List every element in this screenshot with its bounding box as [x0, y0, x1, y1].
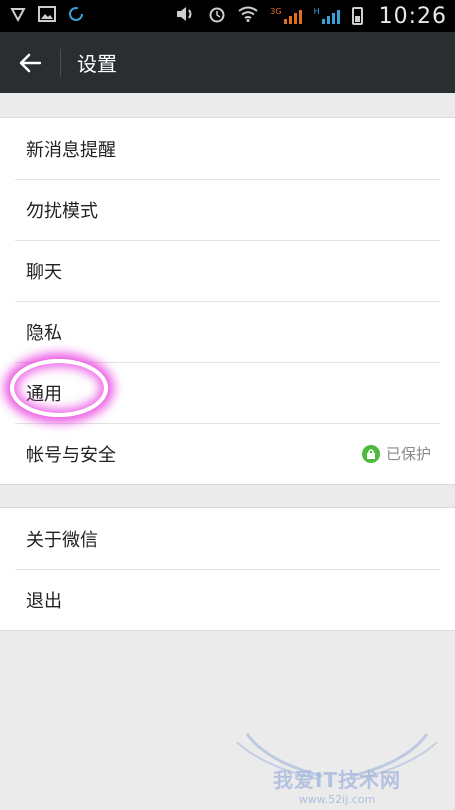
- settings-item-label: 勿扰模式: [26, 200, 98, 222]
- page-title: 设置: [77, 52, 117, 76]
- signal-icon: [283, 8, 302, 24]
- protection-status-label: 已保护: [385, 445, 431, 463]
- shield-icon: [10, 6, 26, 26]
- settings-item-about-wechat[interactable]: 关于微信: [0, 508, 455, 569]
- sync-icon: [68, 6, 84, 26]
- battery-icon: [351, 7, 363, 25]
- alarm-icon: [208, 5, 226, 27]
- settings-group-main: 新消息提醒 勿扰模式 聊天 隐私 通用 帐号与安全 已保护: [0, 117, 455, 485]
- settings-item-label: 关于微信: [26, 529, 98, 551]
- signal-icon-2: [321, 8, 340, 24]
- title-divider: [60, 48, 61, 77]
- image-icon: [38, 6, 56, 26]
- settings-group-secondary: 关于微信 退出: [0, 507, 455, 631]
- settings-item-privacy[interactable]: 隐私: [0, 301, 455, 362]
- arrow-left-icon: [19, 53, 41, 72]
- watermark-text: 我爱IT技术网: [272, 768, 402, 792]
- settings-item-label: 新消息提醒: [26, 139, 116, 161]
- settings-item-label: 聊天: [26, 261, 62, 283]
- settings-item-chats[interactable]: 聊天: [0, 240, 455, 301]
- settings-item-label: 隐私: [26, 322, 62, 344]
- wings-icon: [236, 733, 438, 780]
- action-bar: 设置: [0, 32, 455, 93]
- settings-item-general[interactable]: 通用: [0, 362, 455, 423]
- settings-item-new-message-alerts[interactable]: 新消息提醒: [0, 118, 455, 179]
- lock-icon: [361, 444, 380, 463]
- settings-item-label: 退出: [26, 590, 62, 612]
- settings-item-logout[interactable]: 退出: [0, 569, 455, 630]
- settings-item-label: 通用: [26, 383, 62, 405]
- status-bar: 3G H 10:26: [0, 0, 455, 32]
- settings-item-label: 帐号与安全: [26, 444, 116, 466]
- protection-status: 已保护: [361, 443, 431, 464]
- wifi-icon: [238, 6, 258, 26]
- settings-item-do-not-disturb[interactable]: 勿扰模式: [0, 179, 455, 240]
- volume-icon: [176, 6, 196, 26]
- network-type-label-2: H: [313, 6, 320, 16]
- settings-item-account-security[interactable]: 帐号与安全 已保护: [0, 423, 455, 484]
- watermark: 我爱IT技术网 www.52ij.com: [227, 732, 447, 806]
- back-button[interactable]: [0, 32, 60, 93]
- network-type-label: 3G: [270, 6, 282, 16]
- status-time: 10:26: [378, 3, 447, 29]
- watermark-url: www.52ij.com: [298, 793, 376, 806]
